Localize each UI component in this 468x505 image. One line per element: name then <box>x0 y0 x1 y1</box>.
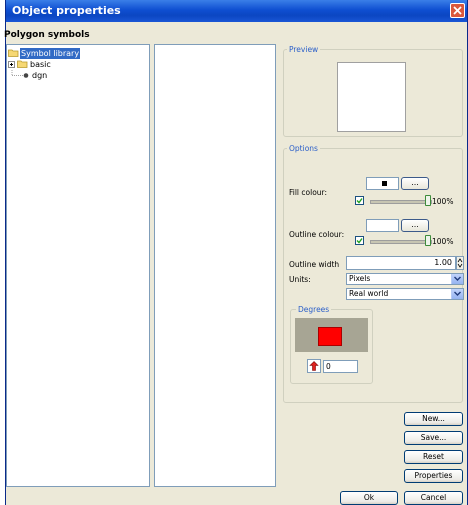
tree-connector-icon <box>11 70 29 78</box>
outline-opacity-value: 100% <box>432 237 454 246</box>
close-button[interactable] <box>450 3 465 18</box>
units-label-text: Units: <box>289 275 311 284</box>
degrees-swatch <box>318 327 342 346</box>
folder-open-icon <box>8 49 19 57</box>
folder-icon <box>17 60 28 68</box>
rotate-arrow-icon <box>309 361 319 371</box>
save-button[interactable]: Save... <box>404 431 463 445</box>
fill-colour-browse-button[interactable]: ... <box>401 177 429 190</box>
scale-selected-value: Real world <box>349 289 389 298</box>
outline-width-label: Outline width <box>289 260 340 269</box>
new-button[interactable]: New... <box>404 412 463 426</box>
degrees-label: Degrees <box>296 305 332 314</box>
checkmark-icon <box>356 198 363 204</box>
window-title: Object properties <box>12 4 121 17</box>
cancel-button[interactable]: Cancel <box>404 491 463 505</box>
outline-width-field[interactable]: 1.00 <box>346 256 456 270</box>
units-dropdown-button[interactable] <box>451 274 463 284</box>
chevron-down-icon <box>454 276 461 281</box>
tree-item-label: Symbol library <box>20 48 81 59</box>
preview-canvas <box>337 62 406 132</box>
outline-width-spinner[interactable] <box>456 256 464 270</box>
units-selected-value: Pixels <box>349 274 371 283</box>
fill-opacity-slider[interactable] <box>425 195 431 206</box>
checkmark-icon <box>356 238 363 244</box>
fill-colour-swatch[interactable] <box>366 177 399 190</box>
fill-opacity-value: 100% <box>432 197 454 206</box>
scale-select[interactable]: Real world <box>346 288 464 300</box>
tree-item-label: basic <box>30 60 51 69</box>
spinner-arrows-icon <box>457 258 463 268</box>
close-icon <box>453 6 462 15</box>
symbol-tree[interactable]: Symbol library basic dgn <box>6 44 150 487</box>
rotate-angle-button[interactable] <box>307 359 321 373</box>
outline-enabled-checkbox[interactable] <box>355 236 364 245</box>
angle-field[interactable]: 0 <box>323 360 358 373</box>
expand-icon[interactable] <box>8 61 15 68</box>
preview-label: Preview <box>287 45 321 54</box>
ok-button[interactable]: Ok <box>340 491 398 505</box>
fill-colour-indicator <box>382 181 387 186</box>
units-select[interactable]: Pixels <box>346 273 464 285</box>
fill-opacity-track[interactable] <box>370 200 432 204</box>
scale-dropdown-button[interactable] <box>451 289 463 299</box>
tree-item-basic[interactable]: basic <box>8 59 148 70</box>
tree-item-dgn[interactable]: dgn <box>8 70 148 81</box>
outline-colour-swatch[interactable] <box>366 219 399 232</box>
tree-item-label: dgn <box>32 71 48 80</box>
outline-opacity-track[interactable] <box>370 240 432 244</box>
properties-button[interactable]: Properties <box>404 469 463 483</box>
title-bar[interactable]: Object properties <box>6 0 467 22</box>
outline-colour-browse-button[interactable]: ... <box>401 219 429 232</box>
outline-colour-label: Outline colour: <box>289 230 345 239</box>
fill-enabled-checkbox[interactable] <box>355 196 364 205</box>
reset-button[interactable]: Reset <box>404 450 463 464</box>
chevron-down-icon <box>454 291 461 296</box>
fill-colour-label: Fill colour: <box>289 188 328 197</box>
symbol-list[interactable] <box>154 44 276 487</box>
section-title: Polygon symbols <box>4 30 90 40</box>
options-label: Options <box>287 144 320 153</box>
outline-opacity-slider[interactable] <box>425 235 431 246</box>
